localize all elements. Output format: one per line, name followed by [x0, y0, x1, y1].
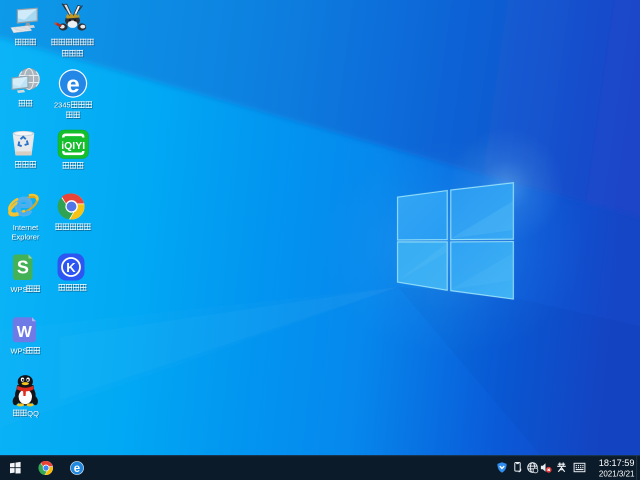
- svg-text:18:17:59: 18:17:59: [599, 458, 635, 468]
- svg-text:QQ: QQ: [27, 409, 39, 418]
- svg-text:S: S: [17, 258, 29, 278]
- svg-text:2021/3/21: 2021/3/21: [599, 470, 635, 479]
- svg-text:e: e: [74, 463, 80, 475]
- svg-text:W: W: [17, 324, 33, 341]
- svg-text:2345: 2345: [54, 100, 71, 109]
- svg-text:e: e: [66, 71, 79, 98]
- svg-text:WPS: WPS: [11, 347, 28, 356]
- svg-text:Internet: Internet: [13, 223, 39, 232]
- svg-text:WPS: WPS: [11, 285, 28, 294]
- svg-text:iQIYI: iQIYI: [61, 140, 85, 152]
- svg-text:K: K: [66, 260, 76, 275]
- svg-text:Explorer: Explorer: [12, 233, 40, 242]
